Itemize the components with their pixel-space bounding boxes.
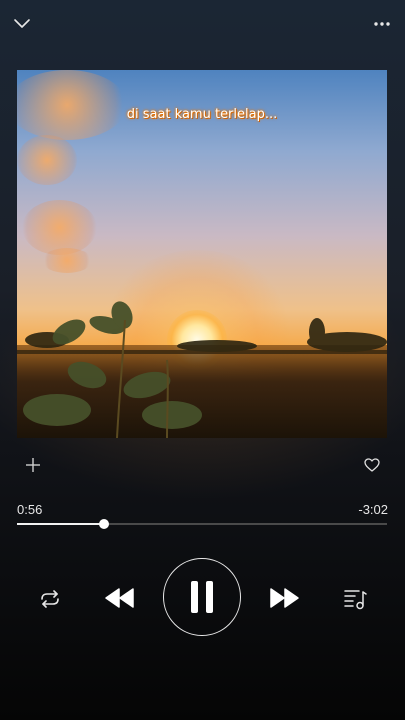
next-button[interactable] (268, 584, 302, 612)
chevron-down-icon (14, 19, 30, 28)
progress-thumb[interactable] (99, 519, 110, 529)
queue-list-icon (344, 590, 367, 610)
progress-slider[interactable] (17, 519, 387, 529)
pause-icon (191, 581, 213, 613)
remaining-time: -3:02 (358, 502, 388, 517)
play-pause-button[interactable] (163, 558, 241, 636)
elapsed-time: 0:56 (17, 502, 43, 517)
more-options-button[interactable] (370, 12, 394, 36)
plant-silhouette (17, 301, 387, 438)
like-button[interactable] (361, 454, 383, 476)
repeat-icon (41, 590, 59, 608)
queue-button[interactable] (342, 586, 368, 612)
album-artwork: di saat kamu terlelap... (17, 70, 387, 438)
lyrics-caption: di saat kamu terlelap... (126, 107, 278, 122)
collapse-button[interactable] (10, 12, 34, 36)
rewind-icon (105, 588, 134, 608)
repeat-button[interactable] (37, 586, 63, 612)
fast-forward-icon (270, 588, 299, 608)
plus-icon (26, 458, 40, 472)
heart-outline-icon (364, 458, 380, 472)
previous-button[interactable] (102, 584, 136, 612)
progress-fill (17, 523, 105, 525)
more-horizontal-icon (374, 22, 390, 26)
add-to-library-button[interactable] (22, 454, 44, 476)
